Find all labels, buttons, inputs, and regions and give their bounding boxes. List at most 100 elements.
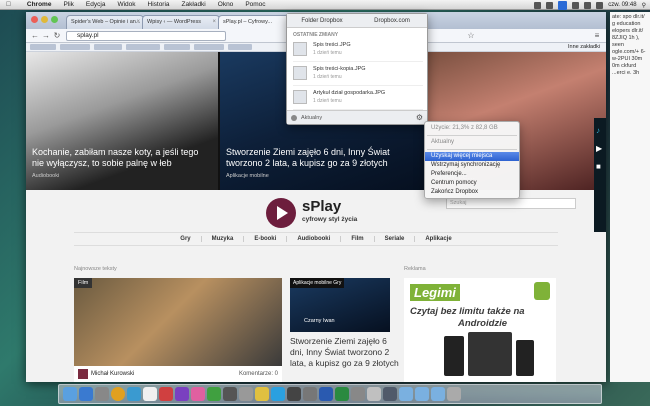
menu-item-quit-dropbox[interactable]: Zakończ Dropbox — [425, 188, 519, 197]
zoom-window-button[interactable] — [51, 16, 58, 23]
advertisement-banner[interactable]: Legimi Czytaj bez limitu także na Androi… — [404, 278, 556, 382]
hero-category[interactable]: Audiobooki — [32, 171, 212, 182]
reload-icon[interactable]: ↻ — [52, 31, 62, 41]
battery-icon[interactable] — [596, 1, 604, 9]
side-post-card[interactable]: Aplikacje mobilne Gry Czarny Iwan — [290, 278, 390, 332]
music-note-icon[interactable]: ♪ — [596, 126, 600, 135]
close-tab-icon[interactable]: × — [136, 19, 140, 25]
app-icon[interactable] — [351, 387, 365, 401]
menu-item-preferences[interactable]: Preferencje... — [425, 170, 519, 179]
featured-image[interactable] — [74, 278, 282, 366]
dropbox-file-item[interactable]: Spis treści.JPG 1 dzień temu — [293, 40, 423, 62]
app-icon[interactable] — [159, 387, 173, 401]
app-icon[interactable] — [127, 387, 141, 401]
skype-icon[interactable] — [271, 387, 285, 401]
hero-title[interactable]: Kochanie, zabiłam nasze koty, a jeśli te… — [32, 147, 212, 169]
chrome-icon[interactable] — [111, 387, 125, 401]
nav-item-apps[interactable]: Aplikacje — [415, 236, 461, 242]
status-icon[interactable] — [546, 1, 554, 9]
dropbox-icon[interactable] — [558, 0, 568, 10]
dropbox-file-item[interactable]: Spis treści-kopia.JPG 1 dzień temu — [293, 64, 423, 86]
close-tab-icon[interactable]: × — [212, 19, 216, 25]
nav-item-games[interactable]: Gry — [170, 236, 202, 242]
nav-item-series[interactable]: Seriale — [375, 236, 416, 242]
app-icon[interactable] — [303, 387, 317, 401]
nav-item-audiobooks[interactable]: Audiobooki — [287, 236, 342, 242]
play-icon[interactable]: ▶ — [596, 144, 602, 153]
bookmark-item[interactable] — [30, 44, 56, 50]
app-icon[interactable] — [255, 387, 269, 401]
close-window-button[interactable] — [31, 16, 38, 23]
menu-app-name[interactable]: Chrome — [17, 1, 58, 8]
menu-item-help[interactable]: Pomoc — [239, 1, 271, 8]
trash-icon[interactable] — [447, 387, 461, 401]
folder-icon[interactable] — [399, 387, 413, 401]
menu-item-window[interactable]: Okno — [212, 1, 240, 8]
side-music-widget[interactable]: ♪ ▶ ■ — [594, 118, 606, 232]
menu-item-get-more-space[interactable]: Uzyskaj więcej miejsca — [425, 152, 519, 161]
featured-author[interactable]: Michał Kurowski — [91, 371, 134, 377]
side-post-badge[interactable]: Aplikacje mobilne Gry — [290, 278, 345, 288]
bookmark-item[interactable] — [60, 44, 90, 50]
folder-icon[interactable] — [415, 387, 429, 401]
spotlight-icon[interactable]: ⚲ — [642, 2, 646, 9]
bookmark-item[interactable] — [164, 44, 190, 50]
menu-clock[interactable]: czw. 09:48 — [608, 2, 636, 8]
browser-tab[interactable]: Wpisy ‹ — WordPress × — [142, 15, 220, 29]
word-icon[interactable] — [319, 387, 333, 401]
dropbox-folder-tab[interactable]: Folder Dropbox — [287, 14, 357, 27]
dropbox-web-tab[interactable]: Dropbox.com — [357, 14, 427, 27]
address-bar[interactable]: splay.pl — [66, 31, 226, 41]
back-icon[interactable]: ← — [30, 31, 40, 41]
side-post-title[interactable]: Stworzenie Ziemi zajęło 6 dni, Inny Świa… — [290, 336, 400, 369]
bookmark-item[interactable] — [94, 44, 122, 50]
app-icon[interactable] — [367, 387, 381, 401]
bookmark-item[interactable] — [194, 44, 224, 50]
menu-item-view[interactable]: Widok — [111, 1, 141, 8]
other-bookmarks[interactable]: Inne zakładki — [568, 44, 600, 50]
menu-item-file[interactable]: Plik — [57, 1, 79, 8]
featured-comments[interactable]: Komentarze: 0 — [239, 371, 278, 377]
menu-item-bookmarks[interactable]: Zakładki — [176, 1, 212, 8]
menu-item-help-center[interactable]: Centrum pomocy — [425, 179, 519, 188]
star-icon[interactable]: ☆ — [466, 31, 476, 41]
calendar-icon[interactable] — [143, 387, 157, 401]
menu-item-pause-sync[interactable]: Wstrzymaj synchronizację — [425, 161, 519, 170]
wifi-icon[interactable] — [572, 1, 580, 9]
app-icon[interactable] — [95, 387, 109, 401]
side-post-author[interactable]: Czarny Iwan — [304, 318, 335, 324]
minimize-window-button[interactable] — [41, 16, 48, 23]
app-icon[interactable] — [175, 387, 189, 401]
bookmark-item[interactable] — [228, 44, 252, 50]
folder-icon[interactable] — [431, 387, 445, 401]
site-name[interactable]: sPlay — [302, 198, 341, 215]
featured-article[interactable]: Film Michał Kurowski Komentarze: 0 — [74, 278, 282, 382]
finder-icon[interactable] — [63, 387, 77, 401]
app-icon[interactable] — [383, 387, 397, 401]
dropbox-file-item[interactable]: Artykuł dział gospodarka.JPG 1 dzień tem… — [293, 88, 423, 110]
browser-tab[interactable]: Spider's Web – Opinie i an... × — [66, 15, 144, 29]
app-icon[interactable] — [239, 387, 253, 401]
app-icon[interactable] — [79, 387, 93, 401]
forward-icon[interactable]: → — [41, 31, 51, 41]
nav-item-film[interactable]: Film — [341, 236, 375, 242]
excel-icon[interactable] — [335, 387, 349, 401]
gear-icon[interactable]: ⚙ — [416, 111, 423, 125]
menu-item-history[interactable]: Historia — [142, 1, 176, 8]
apple-icon[interactable]:  — [0, 1, 17, 8]
spotify-icon[interactable] — [207, 387, 221, 401]
bookmark-item[interactable] — [126, 44, 160, 50]
splay-logo-icon[interactable] — [266, 198, 296, 228]
nav-item-ebooks[interactable]: E-booki — [244, 236, 288, 242]
volume-icon[interactable] — [584, 1, 592, 9]
menu-icon[interactable]: ≡ — [592, 31, 602, 41]
browser-tab-active[interactable]: sPlay.pl – Cyfrowy...× — [218, 15, 296, 29]
app-icon[interactable] — [287, 387, 301, 401]
nav-item-music[interactable]: Muzyka — [202, 236, 245, 242]
hero-slide[interactable]: Kochanie, zabiłam nasze koty, a jeśli te… — [26, 52, 218, 190]
stop-icon[interactable]: ■ — [596, 162, 601, 171]
site-search-input[interactable]: Szukaj — [446, 198, 576, 209]
featured-category-badge[interactable]: Film — [74, 278, 93, 288]
status-icon[interactable] — [534, 1, 542, 9]
hero-category[interactable]: Aplikacje mobilne — [226, 171, 418, 182]
